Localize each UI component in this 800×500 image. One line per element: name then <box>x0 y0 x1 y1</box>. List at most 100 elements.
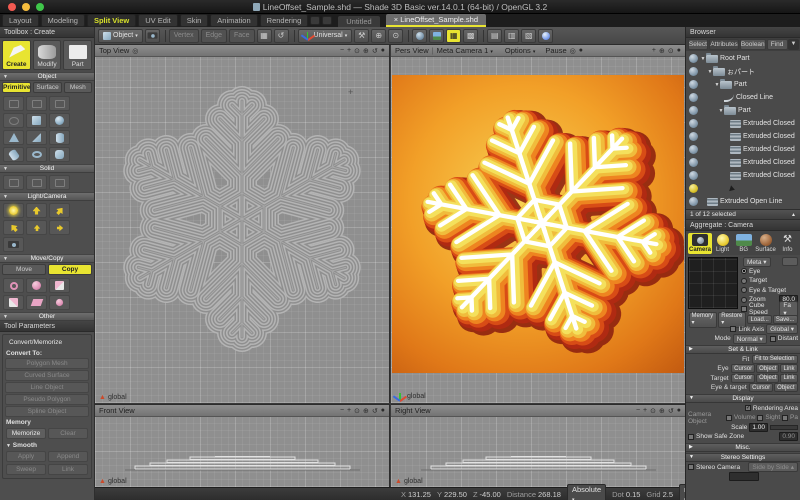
panel-layout-3-icon[interactable]: ▧ <box>521 29 536 43</box>
distant-checkbox[interactable] <box>770 336 776 342</box>
copy-tab[interactable]: Copy <box>48 264 92 275</box>
visibility-ball[interactable] <box>689 119 698 128</box>
magnifier-icon[interactable]: ⊙ <box>354 407 360 415</box>
line-tool-button[interactable] <box>3 96 24 111</box>
safe-zone-input[interactable]: 0.90 <box>779 432 798 441</box>
wedge-tool-button[interactable] <box>26 130 47 145</box>
visibility-ball[interactable] <box>689 197 698 206</box>
pan-icon[interactable]: ⊕ <box>659 47 665 55</box>
move-copy-section-header[interactable]: ▼Move/Copy <box>0 254 94 263</box>
camera-view-icon[interactable]: ● <box>677 47 681 54</box>
info-tab[interactable]: ⚒Info <box>777 233 798 254</box>
camera-view-icon[interactable]: ● <box>677 407 681 414</box>
right-viewport[interactable]: Right View − + ⊙ ⊕ ↺ ● ▲glo <box>391 404 685 487</box>
select-tab[interactable]: Select <box>688 39 709 50</box>
tab-split-view[interactable]: Split View <box>87 14 136 27</box>
circle-tool-button[interactable] <box>3 113 24 128</box>
primitive-tab[interactable]: Primitive <box>2 82 31 93</box>
background-icon[interactable] <box>429 29 444 43</box>
attributes-tab[interactable]: Attributes <box>709 39 738 50</box>
face-mode-button[interactable]: Face <box>229 29 255 43</box>
path-checkbox[interactable] <box>782 415 788 421</box>
safe-zone-checkbox[interactable] <box>688 434 694 440</box>
smooth-link-button[interactable]: Link <box>48 464 88 475</box>
tab-rendering[interactable]: Rendering <box>260 14 309 27</box>
curve-tool-button[interactable] <box>26 96 47 111</box>
meta-dropdown[interactable]: Meta ▾ <box>743 257 771 267</box>
clear-button[interactable]: Clear <box>48 428 88 439</box>
tree-item-part-jp[interactable]: ▼ぉパート <box>686 65 800 78</box>
mesh-tab[interactable]: Mesh <box>64 82 92 93</box>
volume-checkbox[interactable] <box>726 415 732 421</box>
mode-dropdown[interactable]: Normal ▾ <box>733 334 767 344</box>
stereo-camera-checkbox[interactable] <box>688 464 694 470</box>
marquee-select-icon[interactable]: ▦ <box>257 29 272 43</box>
surface-tab[interactable]: Surface <box>33 82 61 93</box>
eye-object-button[interactable]: Object <box>756 364 779 373</box>
visibility-ball[interactable] <box>689 158 698 167</box>
tree-item-part2[interactable]: ▼Part <box>686 104 800 117</box>
eye-target-radio[interactable] <box>741 287 747 293</box>
solid-section-header[interactable]: ▼Solid <box>0 164 94 173</box>
light-tab[interactable]: Light <box>712 233 733 254</box>
move-tab[interactable]: Move <box>2 264 46 275</box>
tab-skin[interactable]: Skin <box>180 14 209 27</box>
modify-mode-button[interactable]: Modify <box>33 40 62 70</box>
grid-snap-icon[interactable]: ▩ <box>463 29 478 43</box>
tab-menu-button[interactable] <box>322 16 332 25</box>
doc-tab-untitled[interactable]: Untitled <box>338 16 379 27</box>
target-cursor-button[interactable]: Cursor <box>731 374 755 383</box>
camera-preview[interactable] <box>688 257 738 309</box>
tab-layout[interactable]: Layout <box>2 14 39 27</box>
rounded-cube-tool-button[interactable] <box>49 147 70 162</box>
mirror-copy-button[interactable] <box>49 278 70 293</box>
world-icon[interactable] <box>412 29 427 43</box>
target-radio[interactable] <box>741 278 747 284</box>
tab-add-button[interactable] <box>310 16 320 25</box>
scale-input[interactable]: 1.00 <box>749 423 768 432</box>
visibility-ball[interactable] <box>689 93 698 102</box>
convert-line-object-button[interactable]: Line Object <box>5 382 89 393</box>
snowflake-wireframe[interactable] <box>95 57 390 403</box>
tab-animation[interactable]: Animation <box>210 14 257 27</box>
pen-marker[interactable] <box>689 184 698 193</box>
gear-icon[interactable]: ◎ <box>570 47 576 55</box>
cylinder-tool-button[interactable] <box>49 130 70 145</box>
front-viewport[interactable]: Front View − + ⊙ ⊕ ↺ ● ▲glo <box>95 404 390 487</box>
filter-icon[interactable]: ▼ <box>788 39 799 50</box>
collapse-icon[interactable]: ▲ <box>791 212 796 218</box>
object-section-header[interactable]: ▼Object <box>0 72 94 81</box>
rendering-area-checkbox[interactable]: ✓ <box>745 405 751 411</box>
rotate-view-icon[interactable]: ↺ <box>668 407 674 415</box>
zoom-radio[interactable] <box>741 297 747 303</box>
tree-item-extruded-closed[interactable]: Extruded Closed <box>686 156 800 169</box>
panel-layout-2-icon[interactable]: ▥ <box>504 29 519 43</box>
perspective-viewport[interactable]: Pers View | Meta Camera 1 ▾ Options ▾ Pa… <box>391 45 685 403</box>
link-axis-dropdown[interactable]: Global ▾ <box>766 324 798 334</box>
eye-target-cursor-button[interactable]: Cursor <box>749 383 773 392</box>
stereo-section-header[interactable]: ▼Stereo Settings <box>686 453 800 462</box>
link-axis-checkbox[interactable] <box>730 326 736 332</box>
tree-item-extruded-open-line[interactable]: Extruded Open Line <box>686 195 800 208</box>
load-button[interactable]: Load... <box>747 315 771 324</box>
pan-icon[interactable]: ⊕ <box>363 47 369 55</box>
convert-curved-surface-button[interactable]: Curved Surface <box>5 370 89 381</box>
coord-mode-dropdown[interactable]: Absolute ▾ <box>567 484 606 500</box>
create-mode-button[interactable]: Create <box>2 40 31 70</box>
scale-slider[interactable] <box>770 425 798 430</box>
part-mode-button[interactable]: Part <box>63 40 92 70</box>
distant-light-button[interactable] <box>49 203 70 218</box>
smooth-append-button[interactable]: Append <box>48 451 88 462</box>
zoom-out-icon[interactable]: − <box>340 47 344 54</box>
misc-section-header[interactable]: ▶Misc. <box>686 443 800 452</box>
convert-pseudo-polygon-button[interactable]: Pseudo Polygon <box>5 394 89 405</box>
pan-icon[interactable]: ⊕ <box>659 407 665 415</box>
area-light-button[interactable] <box>3 220 24 235</box>
tree-item-extruded-closed[interactable]: Extruded Closed <box>686 117 800 130</box>
close-doc-icon[interactable]: × <box>394 15 398 24</box>
tree-item-extruded-closed[interactable]: Extruded Closed <box>686 143 800 156</box>
translate-copy-button[interactable] <box>3 278 24 293</box>
manipulator-tool-icon[interactable]: ⚒ <box>354 29 369 43</box>
tree-item-extruded-closed[interactable]: Extruded Closed <box>686 130 800 143</box>
object-mode-button[interactable]: Object ▾ <box>98 29 143 43</box>
